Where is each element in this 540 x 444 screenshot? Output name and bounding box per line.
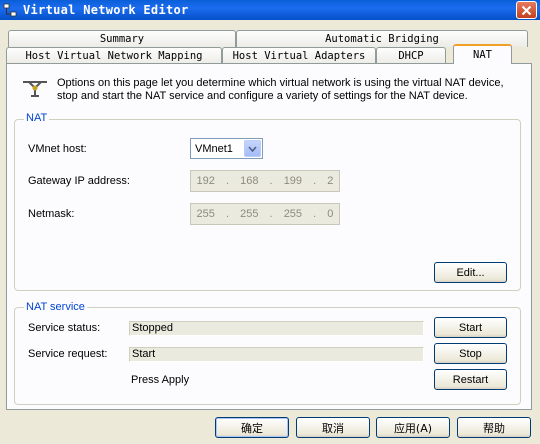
tab-nat[interactable]: NAT [453, 44, 512, 64]
nat-panel: Options on this page let you determine w… [6, 63, 532, 410]
network-app-icon [2, 2, 18, 18]
stop-button[interactable]: Stop [434, 343, 507, 364]
chevron-down-icon[interactable] [244, 140, 261, 157]
service-status-value: Stopped [129, 321, 424, 336]
tab-host-virtual-adapters[interactable]: Host Virtual Adapters [222, 47, 376, 64]
mask-octet: 255 [240, 208, 259, 220]
service-status-label: Service status: [28, 322, 101, 334]
tab-summary[interactable]: Summary [8, 30, 236, 47]
tab-label: Automatic Bridging [325, 33, 439, 45]
nat-group-legend: NAT [24, 112, 50, 124]
mask-octet: 255 [196, 208, 215, 220]
vmnet-host-value: VMnet1 [195, 142, 233, 155]
apply-button[interactable]: 应用(A) [376, 417, 450, 438]
netmask-label: Netmask: [28, 208, 75, 220]
edit-button[interactable]: Edit... [434, 262, 507, 283]
ip-octet: 2 [327, 175, 334, 187]
nat-service-legend: NAT service [24, 301, 87, 313]
mask-octet: 0 [327, 208, 334, 220]
tab-host-virtual-network-mapping[interactable]: Host Virtual Network Mapping [6, 47, 222, 64]
vmnet-host-select[interactable]: VMnet1 [190, 138, 263, 159]
help-button[interactable]: 帮助 [457, 417, 531, 438]
ok-button[interactable]: 确定 [215, 417, 289, 438]
ip-octet: 192 [196, 175, 215, 187]
tab-label: Host Virtual Network Mapping [25, 50, 203, 62]
window-title: Virtual Network Editor [23, 3, 189, 17]
gateway-ip-label: Gateway IP address: [28, 175, 130, 187]
service-request-label: Service request: [28, 348, 108, 360]
close-button[interactable] [516, 1, 537, 19]
tab-label: NAT [473, 49, 492, 61]
info-description: Options on this page let you determine w… [57, 77, 504, 102]
tab-label: Summary [99, 33, 145, 45]
tab-label: DHCP [398, 50, 424, 62]
network-connector-icon [21, 78, 49, 101]
mask-octet: 255 [283, 208, 303, 220]
tab-label: Host Virtual Adapters [232, 50, 366, 62]
close-icon [521, 5, 532, 15]
netmask-field: 255. 255. 255. 0 [190, 203, 340, 225]
ip-octet: 168 [240, 175, 259, 187]
title-bar: Virtual Network Editor [0, 0, 540, 20]
restart-button[interactable]: Restart [434, 369, 507, 390]
service-request-value: Start [129, 347, 424, 362]
ip-octet: 199 [283, 175, 303, 187]
cancel-button[interactable]: 取消 [296, 417, 370, 438]
tab-dhcp[interactable]: DHCP [376, 47, 446, 64]
apply-note: Press Apply [131, 374, 190, 386]
start-button[interactable]: Start [434, 317, 507, 338]
vmnet-host-label: VMnet host: [28, 143, 87, 155]
gateway-ip-field: 192. 168. 199. 2 [190, 170, 340, 192]
